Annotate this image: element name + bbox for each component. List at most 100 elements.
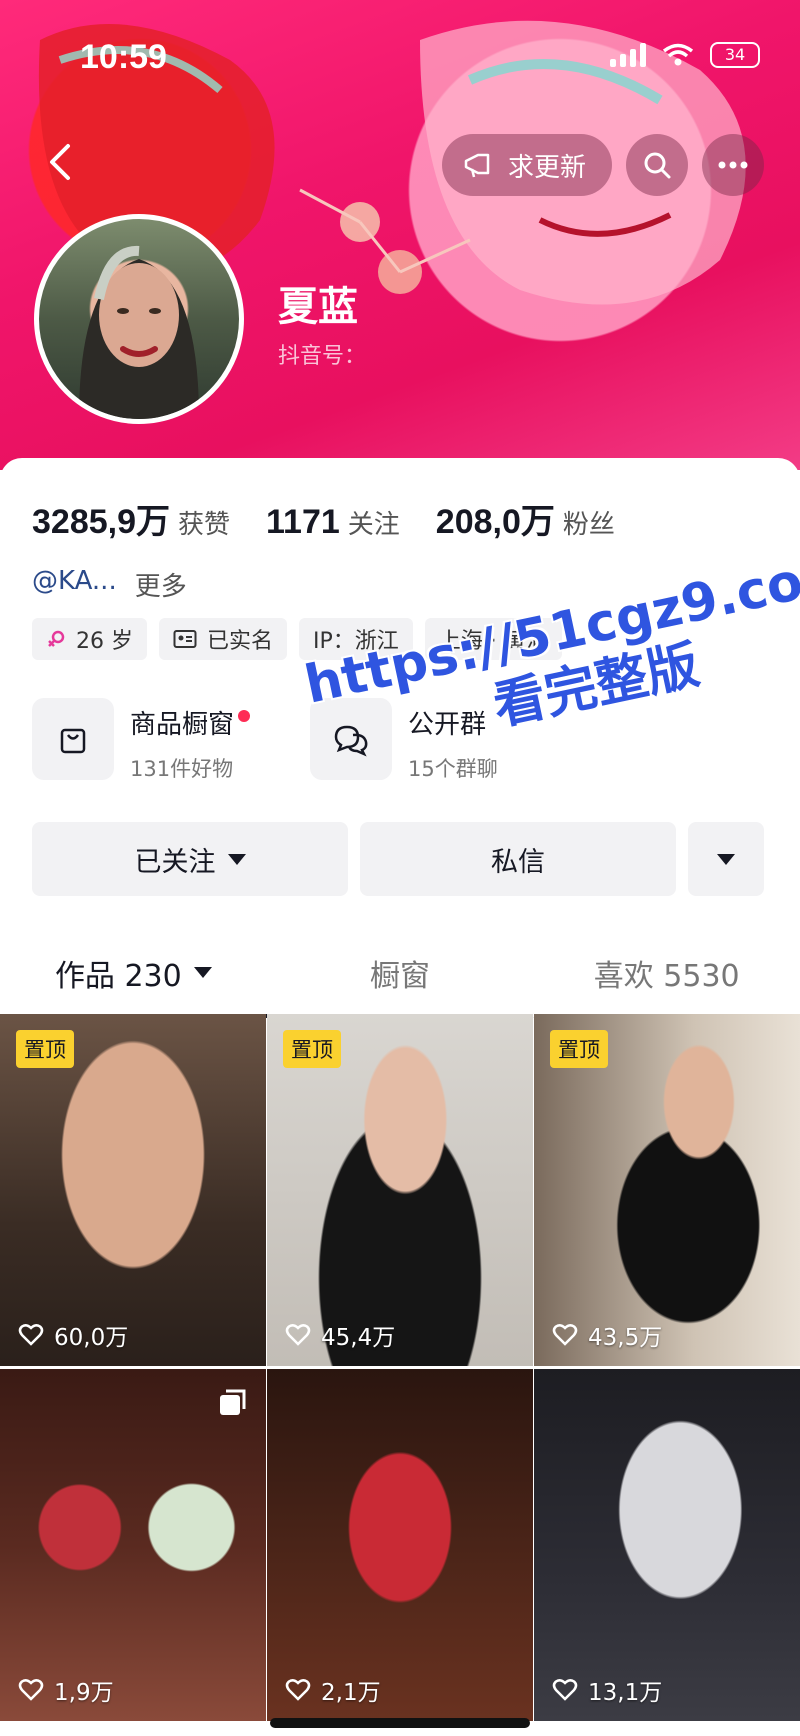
heart-icon [285, 1679, 311, 1701]
video-tile[interactable]: 13,1万 [534, 1369, 800, 1721]
like-count-text: 1,9万 [54, 1680, 114, 1706]
megaphone-icon [464, 153, 490, 178]
like-count: 45,4万 [285, 1318, 395, 1352]
wifi-icon [662, 43, 694, 66]
like-count-text: 43,5万 [588, 1325, 663, 1351]
avatar[interactable] [34, 214, 244, 424]
shop-window-subtitle: 131件好物 [130, 757, 234, 781]
bio: @KA... 更多 [32, 566, 187, 603]
followed-label: 已关注 [134, 846, 216, 878]
multi-image-icon [220, 1389, 246, 1415]
avatar-portrait [79, 245, 199, 419]
age-tag: 26 岁 [32, 618, 147, 660]
pinned-badge: 置顶 [16, 1030, 74, 1068]
heart-icon [552, 1324, 578, 1346]
tab-works-label: 作品 230 [54, 958, 182, 994]
followed-button[interactable]: 已关注 [32, 822, 348, 896]
followers-count: 208,0万 [435, 503, 555, 541]
request-update-label: 求更新 [507, 152, 586, 183]
douyin-id: 抖音号： [278, 344, 367, 369]
video-tile[interactable]: 置顶 45,4万 [267, 1014, 533, 1366]
status-icons: 34 [610, 42, 760, 68]
like-count: 60,0万 [18, 1318, 128, 1352]
likes-count: 3285,9万 [32, 503, 170, 541]
signal-icon [610, 43, 646, 67]
group-icon-box [310, 698, 392, 780]
status-time: 10:59 [80, 38, 167, 76]
action-buttons: 已关注 私信 [32, 822, 764, 896]
top-actions: 求更新 [441, 134, 764, 196]
message-button[interactable]: 私信 [360, 822, 676, 896]
message-label: 私信 [491, 846, 545, 878]
public-group-shortcut[interactable]: 公开群 15个群聊 [310, 698, 560, 783]
heart-icon [18, 1324, 44, 1346]
likes-stat: 3285,9万 获赞 [32, 494, 230, 543]
status-bar: 10:59 34 [0, 30, 800, 80]
followers-stat[interactable]: 208,0万 粉丝 [436, 494, 615, 543]
tag-row: 26 岁 已实名 IP：浙江 上海 · 黄浦 [32, 618, 562, 660]
location-text: 上海 · 黄浦 [438, 629, 548, 654]
like-count-text: 2,1万 [321, 1680, 381, 1706]
nickname: 夏蓝 [278, 284, 358, 330]
content-tabs: 作品 230 橱窗 喜欢 5530 [0, 928, 800, 1018]
shop-window-title-text: 商品橱窗 [130, 710, 235, 740]
profile-banner: 10:59 34 求更新 夏蓝 抖音号： [0, 0, 800, 470]
following-label: 关注 [347, 510, 400, 540]
like-count: 2,1万 [285, 1673, 381, 1707]
pinned-badge: 置顶 [550, 1030, 608, 1068]
back-icon[interactable] [40, 140, 84, 184]
heart-icon [285, 1324, 311, 1346]
search-button[interactable] [626, 134, 688, 196]
following-stat[interactable]: 1171 关注 [266, 503, 400, 542]
bio-handle-link[interactable]: @KA... [32, 566, 117, 603]
heart-icon [18, 1679, 44, 1701]
tab-likes-label: 喜欢 5530 [593, 958, 740, 994]
search-icon [644, 152, 671, 179]
followers-label: 粉丝 [562, 510, 615, 540]
tab-shop-window-label: 橱窗 [370, 958, 430, 994]
video-tile[interactable]: 1,9万 [0, 1369, 266, 1721]
female-icon [48, 630, 65, 647]
likes-label: 获赞 [178, 510, 231, 540]
tab-shop-window[interactable]: 橱窗 [267, 928, 534, 1017]
like-count-text: 45,4万 [321, 1325, 396, 1351]
id-card-icon [173, 630, 197, 648]
heart-icon [552, 1679, 578, 1701]
like-count: 43,5万 [552, 1318, 662, 1352]
caret-down-icon [227, 853, 246, 865]
shop-window-shortcut[interactable]: 商品橱窗 131件好物 [32, 698, 282, 783]
video-tile[interactable]: 置顶 60,0万 [0, 1014, 266, 1366]
tab-works[interactable]: 作品 230 [0, 928, 267, 1018]
stats-row: 3285,9万 获赞 1171 关注 208,0万 粉丝 [32, 494, 651, 543]
shopping-bag-icon [60, 728, 86, 754]
ip-text: IP：浙江 [313, 629, 399, 654]
shortcut-row: 商品橱窗 131件好物 公开群 15个群聊 [32, 698, 560, 783]
like-count-text: 13,1万 [588, 1680, 663, 1706]
battery-icon: 34 [710, 42, 760, 68]
bio-more-link[interactable]: 更多 [135, 566, 187, 603]
tab-likes[interactable]: 喜欢 5530 [533, 928, 800, 1017]
shop-icon-box [32, 698, 114, 780]
more-options-button[interactable] [688, 822, 764, 896]
ip-tag: IP：浙江 [299, 618, 413, 660]
more-button[interactable] [702, 134, 764, 196]
pinned-badge: 置顶 [283, 1030, 341, 1068]
request-update-button[interactable]: 求更新 [441, 134, 612, 196]
following-count: 1171 [266, 503, 340, 541]
shop-window-title: 商品橱窗 [130, 704, 251, 741]
caret-down-icon [717, 853, 735, 865]
verified-text: 已实名 [207, 629, 274, 654]
location-tag[interactable]: 上海 · 黄浦 [424, 618, 562, 660]
like-count-text: 60,0万 [54, 1325, 129, 1351]
like-count: 1,9万 [18, 1673, 114, 1707]
like-count: 13,1万 [552, 1673, 662, 1707]
more-icon [718, 161, 748, 169]
age-text: 26 岁 [76, 629, 133, 654]
video-tile[interactable]: 置顶 43,5万 [534, 1014, 800, 1366]
home-indicator[interactable] [270, 1718, 530, 1728]
video-tile[interactable]: 2,1万 [267, 1369, 533, 1721]
verified-tag: 已实名 [159, 618, 288, 660]
chat-bubbles-icon [334, 725, 368, 757]
new-dot [238, 709, 251, 722]
public-group-subtitle: 15个群聊 [408, 757, 498, 781]
